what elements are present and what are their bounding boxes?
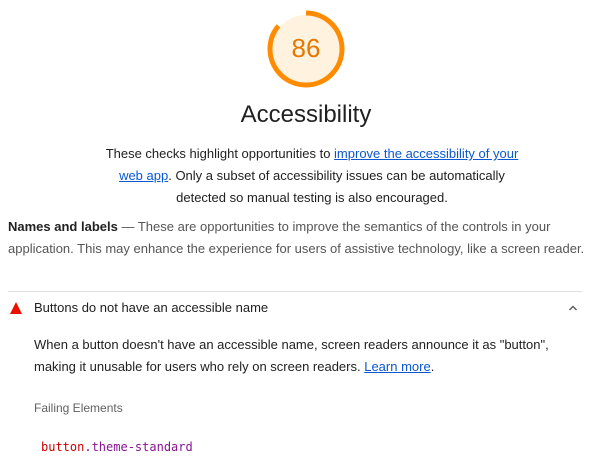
failing-elements-label: Failing Elements bbox=[34, 401, 123, 415]
audit-button-name[interactable]: Buttons do not have an accessible name bbox=[0, 296, 593, 324]
score-value: 86 bbox=[291, 33, 321, 63]
divider bbox=[8, 291, 582, 292]
category-title: Accessibility bbox=[240, 101, 372, 128]
audit-description: When a button doesn't have an accessible… bbox=[34, 334, 579, 378]
failing-element-node[interactable]: button.theme-standard bbox=[41, 440, 193, 454]
audit-description-end: . bbox=[430, 359, 435, 374]
node-class-name: .theme-standard bbox=[84, 440, 193, 454]
category-description-text-2: . Only a subset of accessibility issues … bbox=[168, 168, 505, 205]
audit-title: Buttons do not have an accessible name bbox=[34, 300, 269, 315]
node-tag-name: button bbox=[41, 440, 85, 454]
group-separator: — bbox=[121, 219, 135, 234]
audit-description-text: When a button doesn't have an accessible… bbox=[34, 337, 549, 374]
audit-group-header: Names and labels — These are opportuniti… bbox=[8, 216, 588, 260]
chevron-up-icon[interactable] bbox=[568, 303, 578, 313]
category-description-text: These checks highlight opportunities to bbox=[105, 146, 335, 161]
score-gauge: 86 bbox=[265, 8, 347, 90]
fail-triangle-icon bbox=[10, 302, 22, 314]
group-title: Names and labels bbox=[8, 219, 118, 234]
lighthouse-report: 86 Accessibility These checks highlight … bbox=[0, 0, 593, 465]
learn-more-link[interactable]: Learn more bbox=[364, 359, 430, 374]
category-description: These checks highlight opportunities to … bbox=[96, 143, 528, 209]
